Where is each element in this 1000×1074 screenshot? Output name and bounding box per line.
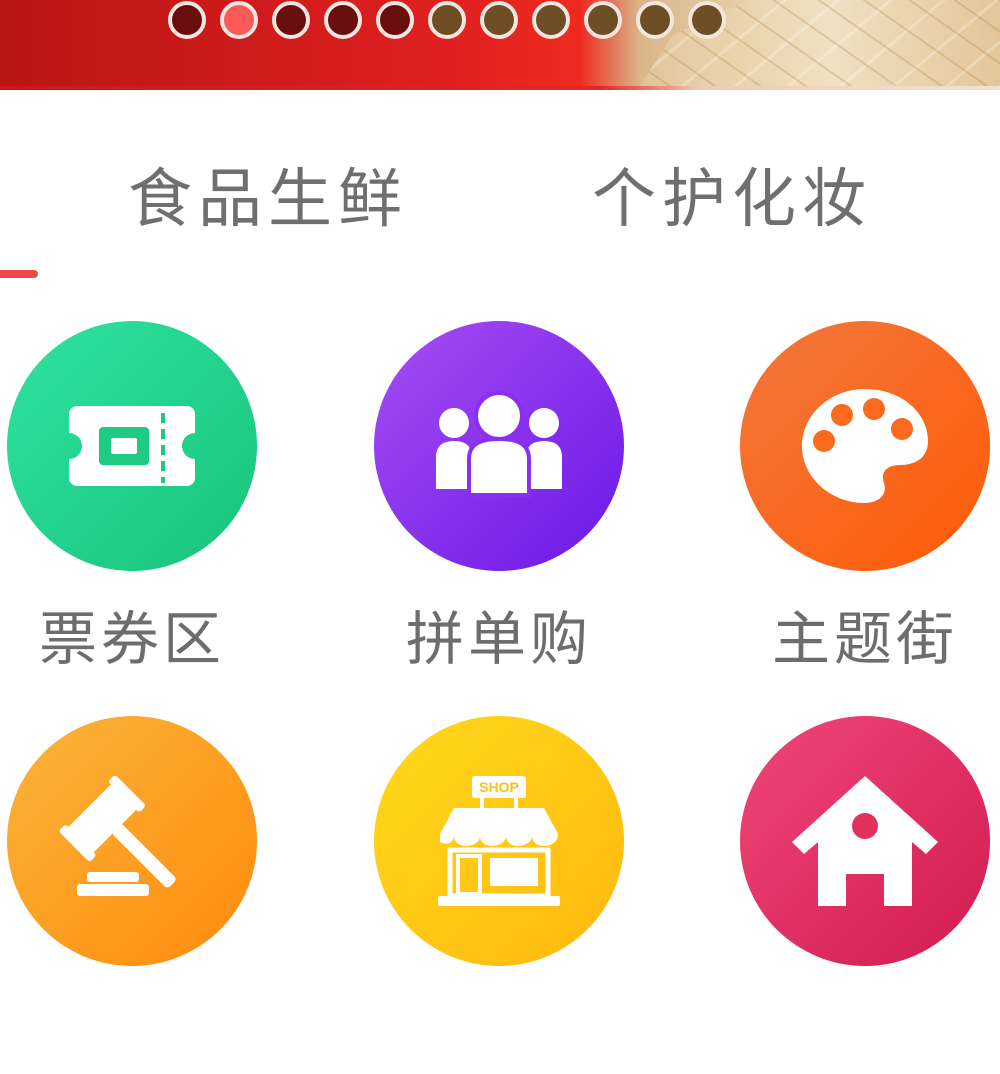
category-home[interactable] [740, 716, 990, 1074]
auction-icon-circle[interactable] [7, 716, 257, 966]
tab-food-fresh[interactable]: 食品生鲜 [128, 148, 408, 240]
ticket-icon-circle[interactable] [7, 321, 257, 571]
carousel-dot[interactable] [168, 1, 206, 39]
carousel-dot[interactable] [636, 1, 674, 39]
category-shop[interactable]: SHOP [374, 716, 624, 1074]
palette-icon-circle[interactable] [740, 321, 990, 571]
carousel-dot-active[interactable] [220, 1, 258, 39]
shop-sign-text: SHOP [479, 779, 519, 795]
auction-hammer-icon [59, 775, 176, 896]
group-people-icon [436, 391, 562, 497]
tab-active-indicator [0, 270, 38, 278]
category-label [740, 994, 990, 1074]
shop-icon-circle[interactable]: SHOP [374, 716, 624, 966]
house-icon [792, 776, 938, 906]
carousel-dot[interactable] [688, 1, 726, 39]
category-label [374, 994, 624, 1074]
carousel-dot[interactable] [324, 1, 362, 39]
carousel-dot[interactable] [428, 1, 466, 39]
house-icon-circle[interactable] [740, 716, 990, 966]
category-tabs: 食品生鲜 个护化妆 [0, 90, 1000, 280]
carousel-indicators [168, 0, 726, 44]
carousel-dot[interactable] [480, 1, 518, 39]
tab-personal-care[interactable]: 个护化妆 [592, 148, 872, 240]
category-label [7, 994, 257, 1074]
carousel-dot[interactable] [272, 1, 310, 39]
category-auction[interactable] [7, 716, 257, 1074]
shop-icon: SHOP [438, 776, 560, 906]
ticket-icon [69, 406, 195, 486]
category-group-buy[interactable]: 拼单购 [374, 321, 624, 679]
category-ticket-zone[interactable]: 票券区 [7, 321, 257, 679]
carousel-dot[interactable] [584, 1, 622, 39]
group-icon-circle[interactable] [374, 321, 624, 571]
carousel-dot[interactable] [532, 1, 570, 39]
promo-banner[interactable] [0, 0, 1000, 88]
category-theme-street[interactable]: 主题街 [740, 321, 990, 679]
palette-icon [802, 389, 928, 503]
carousel-dot[interactable] [376, 1, 414, 39]
category-label: 主题街 [771, 605, 958, 673]
category-label: 拼单购 [405, 605, 592, 673]
category-label: 票券区 [38, 605, 225, 673]
